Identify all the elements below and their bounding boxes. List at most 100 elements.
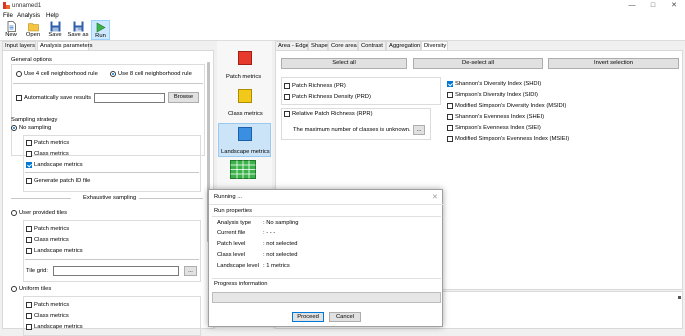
- new-file-icon: [7, 21, 16, 32]
- dialog-close-button[interactable]: ✕: [432, 193, 438, 201]
- pr-checkbox[interactable]: [284, 83, 290, 89]
- rpr-label: Relative Patch Richness (RPR): [292, 111, 373, 117]
- uniform-patch-metrics-label: Patch metrics: [34, 302, 70, 308]
- msiei-checkbox[interactable]: [447, 136, 453, 142]
- landscape-metrics-checkbox[interactable]: [26, 162, 32, 168]
- tab-analysis-parameters[interactable]: Analysis parameters: [37, 41, 93, 50]
- browse-button[interactable]: Browse: [168, 92, 199, 103]
- class-metrics-type-label: Class metrics: [228, 111, 263, 117]
- richness-group: [281, 77, 441, 105]
- rule-8-radio[interactable]: [110, 71, 116, 77]
- tab-aggregation[interactable]: Aggregation: [386, 41, 421, 50]
- shdi-checkbox[interactable]: [447, 81, 453, 87]
- tile-grid-browse-button[interactable]: ...: [184, 266, 197, 276]
- prop-key: Class level: [217, 252, 246, 258]
- divider: [25, 259, 199, 260]
- divider: [139, 198, 203, 199]
- class-metrics-checkbox[interactable]: [26, 151, 32, 157]
- menu-file[interactable]: File: [3, 12, 13, 19]
- autosave-checkbox[interactable]: [16, 95, 22, 101]
- tab-contrast[interactable]: Contrast: [358, 41, 386, 50]
- tab-core-area[interactable]: Core area: [328, 41, 358, 50]
- max-classes-unknown-text: The maximum number of classes is unknown…: [293, 127, 411, 133]
- new-label: New: [5, 32, 17, 38]
- prop-value: : No sampling: [263, 220, 299, 226]
- general-options-title: General options: [11, 57, 52, 63]
- patch-metrics-checkbox[interactable]: [26, 140, 32, 146]
- siei-checkbox[interactable]: [447, 125, 453, 131]
- save-label: Save: [48, 32, 62, 38]
- no-sampling-radio[interactable]: [11, 125, 17, 131]
- app-icon: [3, 2, 10, 9]
- sidi-checkbox[interactable]: [447, 92, 453, 98]
- output-scroll-marker: [678, 296, 681, 299]
- tab-shape[interactable]: Shape: [308, 41, 328, 50]
- user-class-metrics-label: Class metrics: [34, 237, 69, 243]
- prop-key: Landscape level: [217, 263, 259, 269]
- tab-area-edge[interactable]: Area - Edge: [275, 41, 309, 50]
- patch-id-label: Generate patch ID file: [34, 178, 91, 184]
- pr-label: Patch Richness (PR): [292, 83, 346, 89]
- divider: [209, 204, 444, 205]
- menu-help[interactable]: Help: [46, 12, 59, 19]
- prd-label: Patch Richness Density (PRD): [292, 94, 371, 100]
- open-button[interactable]: Open: [24, 21, 42, 38]
- user-landscape-metrics-checkbox[interactable]: [26, 248, 32, 254]
- divider: [25, 172, 199, 173]
- uniform-tiles-radio[interactable]: [11, 286, 17, 292]
- patch-metrics-type-label: Patch metrics: [226, 74, 262, 80]
- user-class-metrics-checkbox[interactable]: [26, 237, 32, 243]
- prd-checkbox[interactable]: [284, 94, 290, 100]
- uniform-patch-metrics-checkbox[interactable]: [26, 302, 32, 308]
- divider: [212, 278, 441, 279]
- menu-analysis[interactable]: Analysis: [17, 12, 40, 19]
- landscape-metrics-selector[interactable]: Landscape metrics: [218, 123, 271, 157]
- shei-checkbox[interactable]: [447, 114, 453, 120]
- class-metrics-label: Class metrics: [34, 151, 69, 157]
- save-button[interactable]: Save: [47, 21, 63, 38]
- patch-metrics-selector[interactable]: Patch metrics: [219, 43, 270, 85]
- save-disk-icon: [50, 21, 60, 32]
- shei-label: Shannon's Evenness Index (SHEI): [455, 114, 545, 120]
- uniform-class-metrics-label: Class metrics: [34, 313, 69, 319]
- class-metrics-selector[interactable]: Class metrics: [219, 86, 270, 122]
- table-grid-icon[interactable]: [230, 160, 256, 179]
- divider: [11, 198, 71, 199]
- prop-value: : - - -: [263, 230, 276, 236]
- minimize-button[interactable]: —: [622, 1, 642, 11]
- save-as-button[interactable]: Save as: [67, 21, 89, 38]
- landscape-metrics-label: Landscape metrics: [34, 162, 83, 168]
- exhaustive-sampling-title: Exhaustive sampling: [83, 195, 137, 201]
- tab-diversity[interactable]: Diversity: [421, 41, 448, 50]
- rpr-classes-button[interactable]: ...: [413, 125, 425, 135]
- run-properties-title: Run properties: [214, 208, 253, 214]
- tab-input-layers[interactable]: Input layers: [2, 41, 36, 50]
- rule-4-radio[interactable]: [16, 71, 22, 77]
- select-all-button[interactable]: Select all: [281, 58, 407, 69]
- sidi-label: Simpson's Diversity Index (SIDI): [455, 92, 538, 98]
- tile-grid-input[interactable]: [53, 266, 179, 276]
- rpr-checkbox[interactable]: [284, 111, 290, 117]
- dialog-title: Running ...: [214, 194, 243, 200]
- user-tiles-radio[interactable]: [11, 210, 17, 216]
- no-sampling-label: No sampling: [19, 125, 52, 131]
- close-window-button[interactable]: ✕: [664, 1, 684, 11]
- patch-id-checkbox[interactable]: [26, 178, 32, 184]
- uniform-landscape-metrics-checkbox[interactable]: [26, 324, 32, 330]
- rule-8-label: Use 8 cell neighborhood rule: [118, 71, 192, 77]
- run-label: Run: [95, 33, 106, 39]
- cancel-button[interactable]: Cancel: [329, 312, 361, 322]
- prop-key: Patch level: [217, 241, 246, 247]
- run-button[interactable]: Run: [91, 20, 110, 40]
- msidi-checkbox[interactable]: [447, 103, 453, 109]
- invert-selection-button[interactable]: Invert selection: [548, 58, 679, 69]
- save-as-icon: [73, 21, 83, 32]
- uniform-class-metrics-checkbox[interactable]: [26, 313, 32, 319]
- user-patch-metrics-checkbox[interactable]: [26, 226, 32, 232]
- maximize-button[interactable]: □: [643, 1, 663, 11]
- new-button[interactable]: New: [3, 21, 19, 38]
- deselect-all-button[interactable]: De-select all: [413, 58, 543, 69]
- proceed-button[interactable]: Proceed: [292, 312, 324, 322]
- patch-metrics-label: Patch metrics: [34, 140, 70, 146]
- autosave-path-input[interactable]: [94, 93, 165, 103]
